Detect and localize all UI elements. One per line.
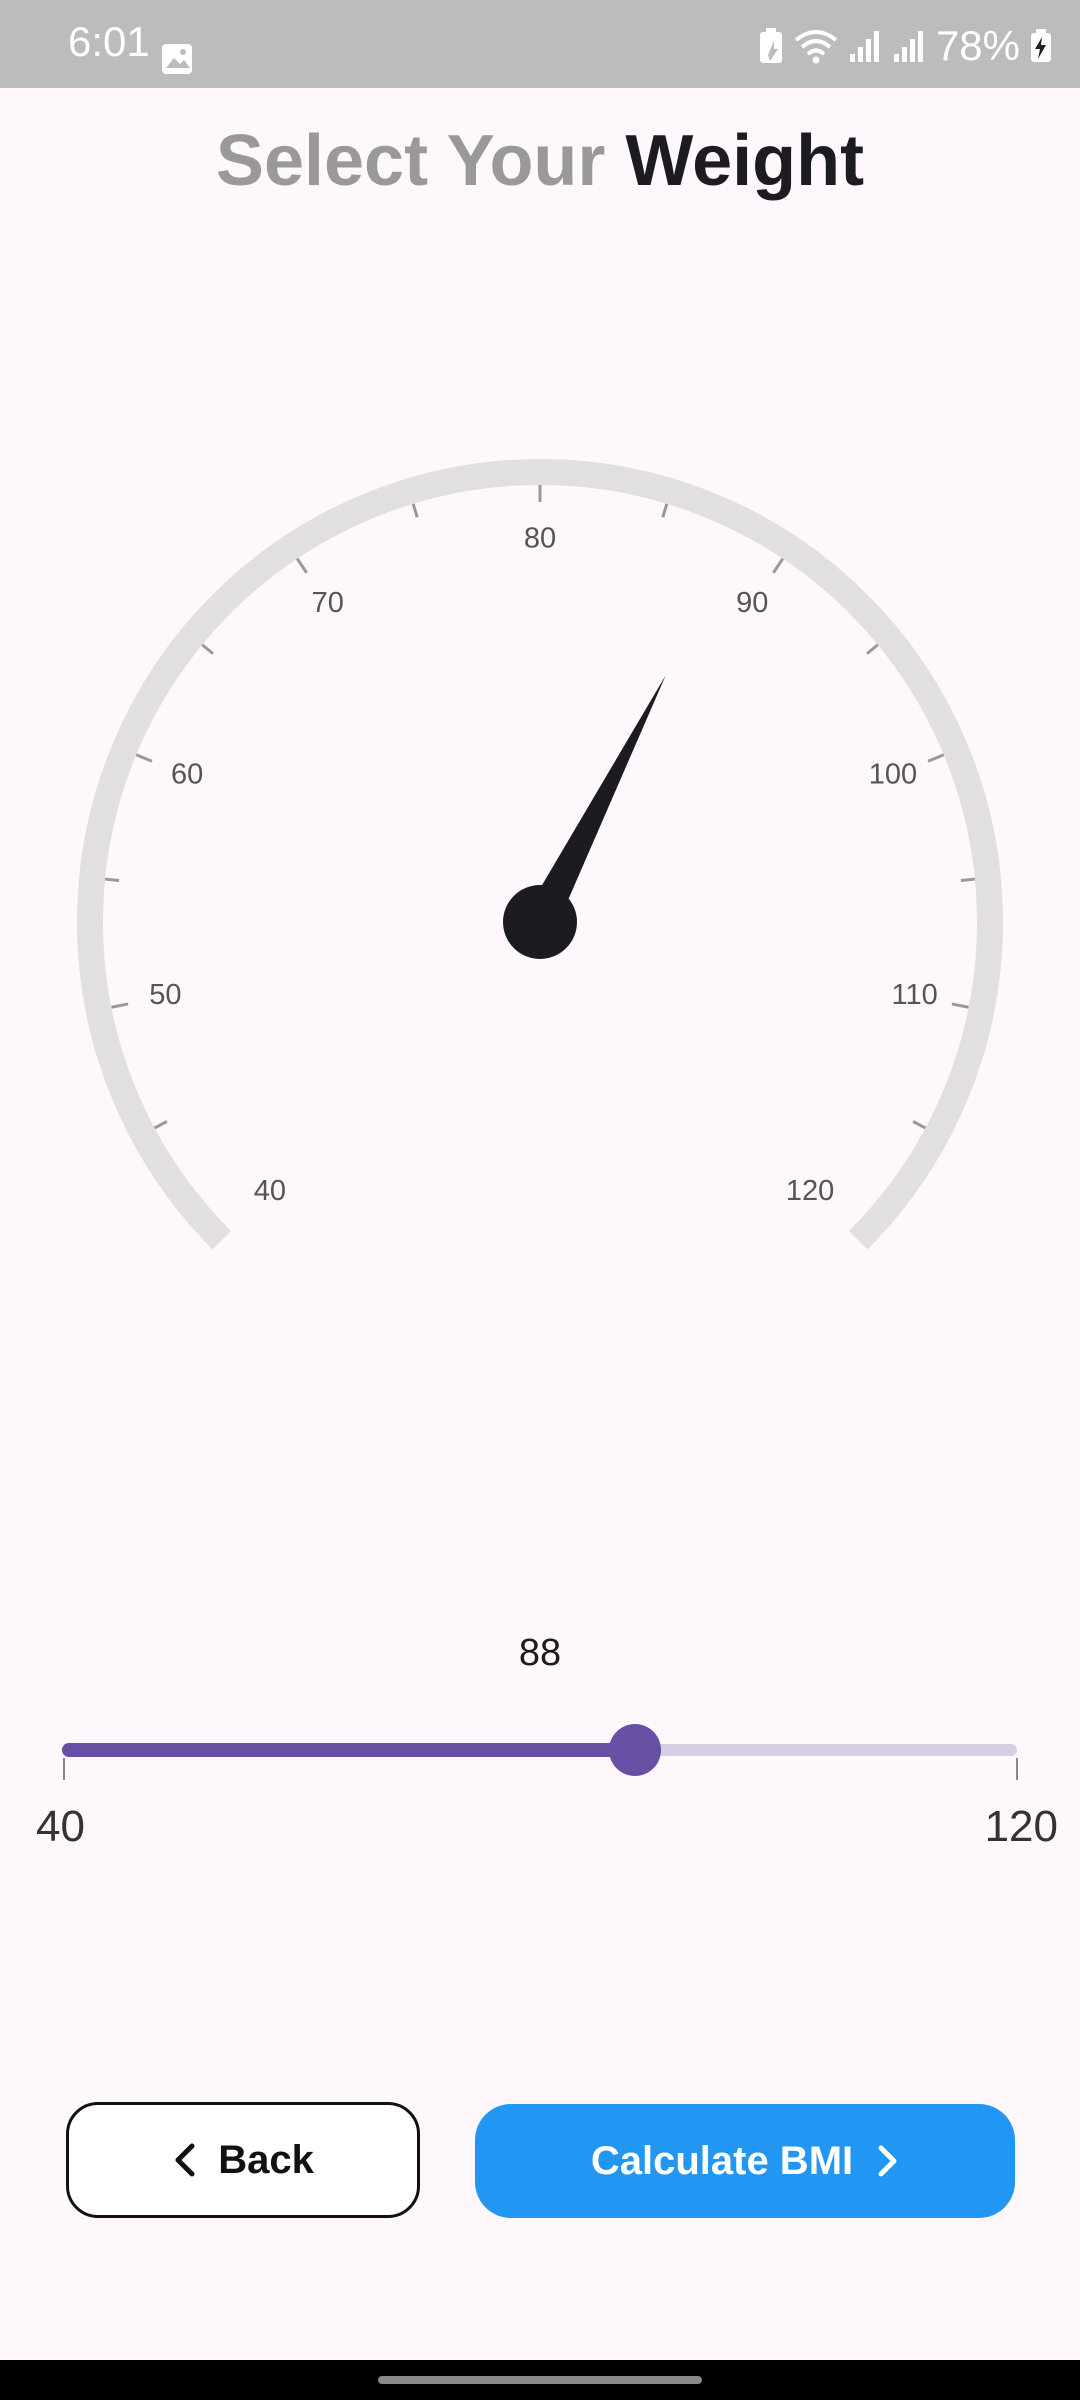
image-icon bbox=[162, 44, 192, 74]
weight-gauge: 40 50 60 70 80 90 100 110 120 bbox=[77, 459, 1003, 1250]
signal-icon bbox=[849, 31, 879, 62]
battery-saver-icon bbox=[759, 28, 782, 63]
gauge-tick bbox=[201, 643, 214, 655]
chevron-left-icon bbox=[175, 2143, 195, 2177]
gauge-tick-label: 50 bbox=[149, 979, 181, 1011]
status-bar: 6:01 78% bbox=[0, 0, 1080, 88]
status-time: 6:01 bbox=[68, 18, 150, 65]
gauge-tick-label: 40 bbox=[254, 1175, 286, 1207]
slider-value-label: 88 bbox=[518, 1632, 562, 1674]
navigation-bar bbox=[0, 2360, 1080, 2400]
gauge-tick-label: 100 bbox=[869, 758, 917, 790]
home-gesture-handle[interactable] bbox=[378, 2376, 702, 2384]
gauge-tick-label: 60 bbox=[171, 758, 203, 790]
slider-max-tick bbox=[1016, 1758, 1018, 1780]
gauge-tick bbox=[866, 643, 879, 655]
status-icons: 78% bbox=[758, 22, 1052, 70]
slider-min-label: 40 bbox=[36, 1802, 85, 1851]
wifi-icon bbox=[794, 30, 838, 64]
back-button[interactable]: Back bbox=[66, 2102, 420, 2218]
gauge-tick bbox=[960, 877, 976, 883]
gauge-needle-hub bbox=[503, 885, 577, 959]
slider-max-label: 120 bbox=[984, 1802, 1058, 1851]
signal-icon bbox=[893, 31, 923, 62]
gauge-tick bbox=[411, 503, 419, 518]
calculate-bmi-label: Calculate BMI bbox=[590, 2138, 854, 2183]
gauge-tick bbox=[927, 753, 945, 763]
slider-track-active bbox=[62, 1743, 635, 1757]
gauge-tick bbox=[772, 557, 785, 574]
gauge-tick-label: 90 bbox=[736, 587, 768, 619]
gauge-tick bbox=[661, 503, 669, 518]
gauge-tick-label: 110 bbox=[892, 979, 938, 1011]
gauge-arc bbox=[77, 459, 1003, 1250]
gauge-tick bbox=[153, 1120, 168, 1130]
gauge-tick bbox=[912, 1120, 927, 1130]
slider-min-tick bbox=[63, 1758, 65, 1780]
gauge-tick bbox=[111, 1002, 129, 1009]
title-highlight: Weight bbox=[625, 121, 865, 201]
gauge-tick-label: 120 bbox=[786, 1175, 834, 1207]
chevron-right-icon bbox=[878, 2145, 897, 2177]
gauge-tick bbox=[135, 753, 153, 763]
gauge-tick bbox=[295, 557, 308, 574]
page-title: Select Your Weight bbox=[0, 120, 1080, 202]
gauge-tick bbox=[104, 877, 120, 883]
gauge-labels: 40 50 60 70 80 90 100 110 120 bbox=[149, 523, 938, 1207]
back-button-label: Back bbox=[218, 2137, 314, 2182]
battery-percent: 78% bbox=[935, 22, 1020, 69]
calculate-bmi-button[interactable]: Calculate BMI bbox=[475, 2104, 1015, 2218]
gauge-tick bbox=[951, 1002, 969, 1009]
slider-thumb[interactable] bbox=[608, 1724, 661, 1776]
title-prefix: Select Your bbox=[215, 121, 626, 201]
battery-charging-icon bbox=[1031, 29, 1051, 62]
gauge-tick-label: 70 bbox=[312, 587, 344, 619]
gauge-tick-label: 80 bbox=[524, 523, 556, 555]
